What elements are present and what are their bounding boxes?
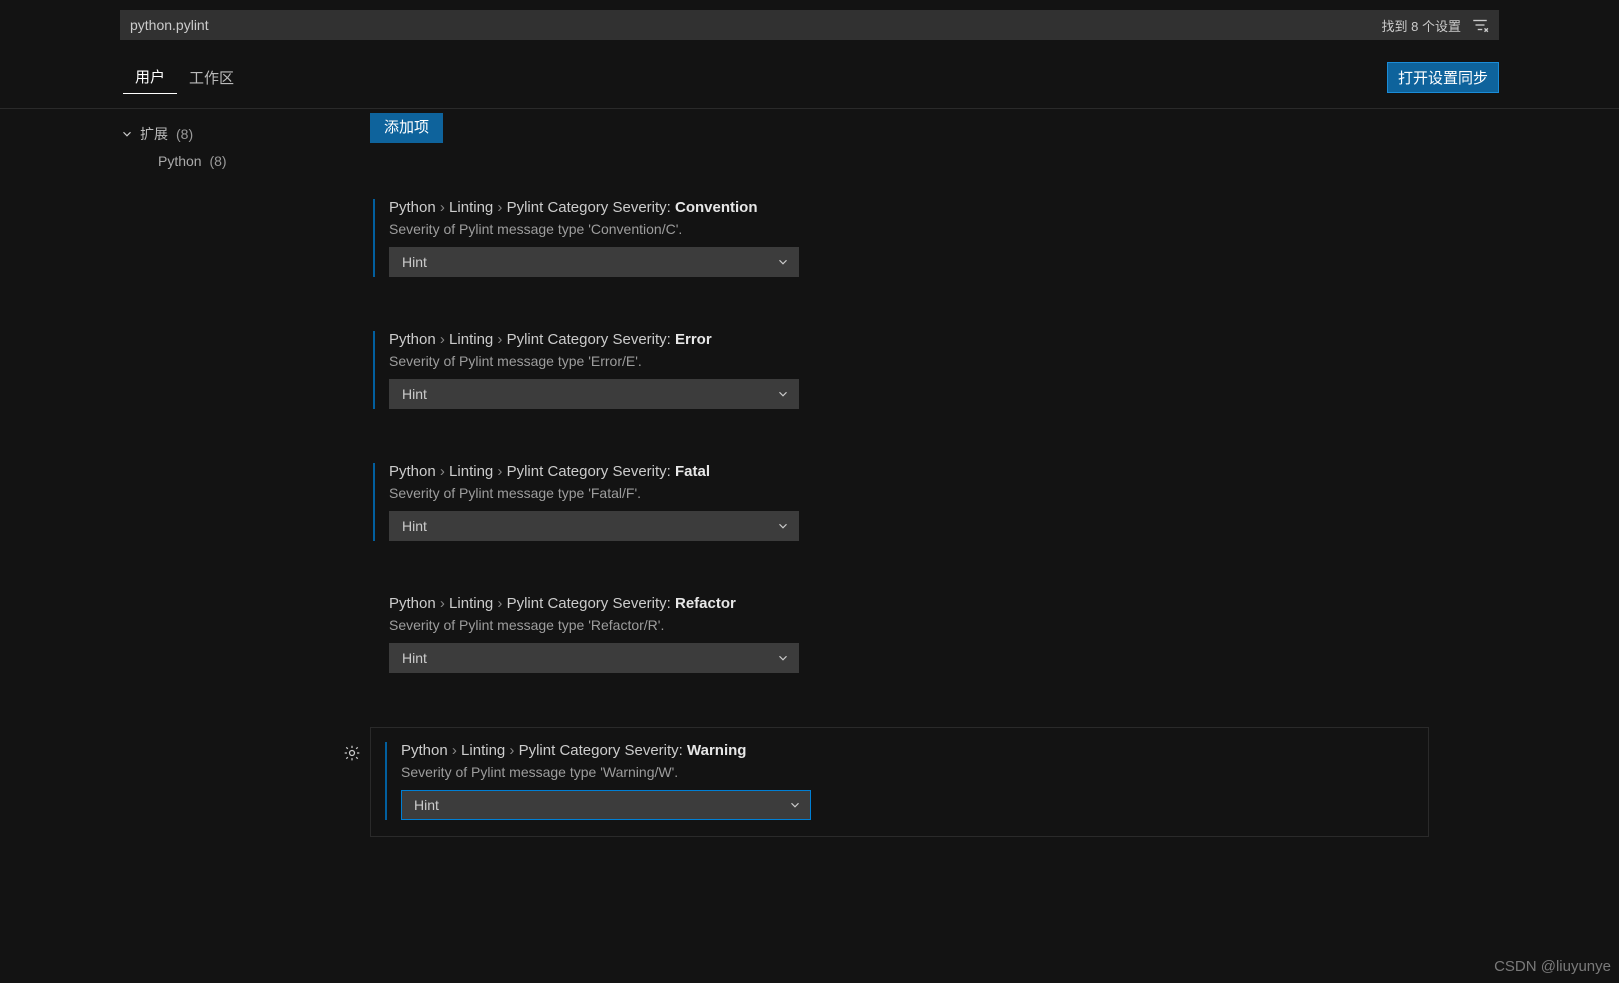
- setting-title: Python › Linting › Pylint Category Sever…: [389, 199, 1429, 216]
- setting-description: Severity of Pylint message type 'Error/E…: [389, 353, 1429, 369]
- chevron-down-icon: [776, 255, 790, 269]
- watermark: CSDN @liuyunye: [1494, 958, 1611, 975]
- severity-select[interactable]: Hint: [401, 790, 811, 820]
- setting-pylint-convention: Python › Linting › Pylint Category Sever…: [370, 199, 1429, 277]
- setting-title: Python › Linting › Pylint Category Sever…: [389, 463, 1429, 480]
- severity-select[interactable]: Hint: [389, 643, 799, 673]
- settings-search-row: 找到 8 个设置: [120, 10, 1499, 40]
- select-value: Hint: [402, 386, 427, 402]
- setting-description: Severity of Pylint message type 'Convent…: [389, 221, 1429, 237]
- select-value: Hint: [402, 518, 427, 534]
- chevron-down-icon: [120, 127, 136, 141]
- gear-icon[interactable]: [343, 744, 361, 762]
- setting-pylint-warning: Python › Linting › Pylint Category Sever…: [370, 727, 1429, 837]
- add-item-button[interactable]: 添加项: [370, 113, 443, 143]
- select-value: Hint: [402, 254, 427, 270]
- setting-description: Severity of Pylint message type 'Refacto…: [389, 617, 1429, 633]
- open-settings-sync-button[interactable]: 打开设置同步: [1387, 62, 1499, 93]
- sidebar-item-python[interactable]: Python (8): [120, 147, 370, 169]
- sidebar-item-count: (8): [209, 153, 226, 169]
- chevron-down-icon: [776, 651, 790, 665]
- settings-tabs: 用户 工作区 打开设置同步: [120, 40, 1499, 94]
- sidebar-item-count: (8): [176, 126, 193, 142]
- setting-pylint-error: Python › Linting › Pylint Category Sever…: [370, 331, 1429, 409]
- chevron-down-icon: [776, 387, 790, 401]
- setting-title: Python › Linting › Pylint Category Sever…: [389, 331, 1429, 348]
- tab-user[interactable]: 用户: [123, 60, 177, 94]
- severity-select[interactable]: Hint: [389, 379, 799, 409]
- severity-select[interactable]: Hint: [389, 511, 799, 541]
- search-result-count: 找到 8 个设置: [1382, 16, 1461, 35]
- chevron-down-icon: [788, 798, 802, 812]
- setting-title: Python › Linting › Pylint Category Sever…: [401, 742, 1414, 759]
- settings-main: 添加项 Python › Linting › Pylint Category S…: [370, 109, 1599, 837]
- sidebar-item-label: Python: [158, 153, 202, 169]
- severity-select[interactable]: Hint: [389, 247, 799, 277]
- chevron-down-icon: [776, 519, 790, 533]
- setting-pylint-refactor: Python › Linting › Pylint Category Sever…: [370, 595, 1429, 673]
- setting-pylint-fatal: Python › Linting › Pylint Category Sever…: [370, 463, 1429, 541]
- setting-title: Python › Linting › Pylint Category Sever…: [389, 595, 1429, 612]
- select-value: Hint: [414, 797, 439, 813]
- settings-search-input[interactable]: [130, 17, 1372, 33]
- settings-sidebar: 扩展 (8) Python (8): [120, 109, 370, 837]
- sidebar-item-extensions[interactable]: 扩展 (8): [120, 121, 370, 147]
- select-value: Hint: [402, 650, 427, 666]
- sidebar-item-label: 扩展: [140, 124, 168, 144]
- tab-workspace[interactable]: 工作区: [177, 61, 246, 94]
- setting-description: Severity of Pylint message type 'Warning…: [401, 764, 1414, 780]
- filter-icon[interactable]: [1471, 16, 1489, 34]
- setting-description: Severity of Pylint message type 'Fatal/F…: [389, 485, 1429, 501]
